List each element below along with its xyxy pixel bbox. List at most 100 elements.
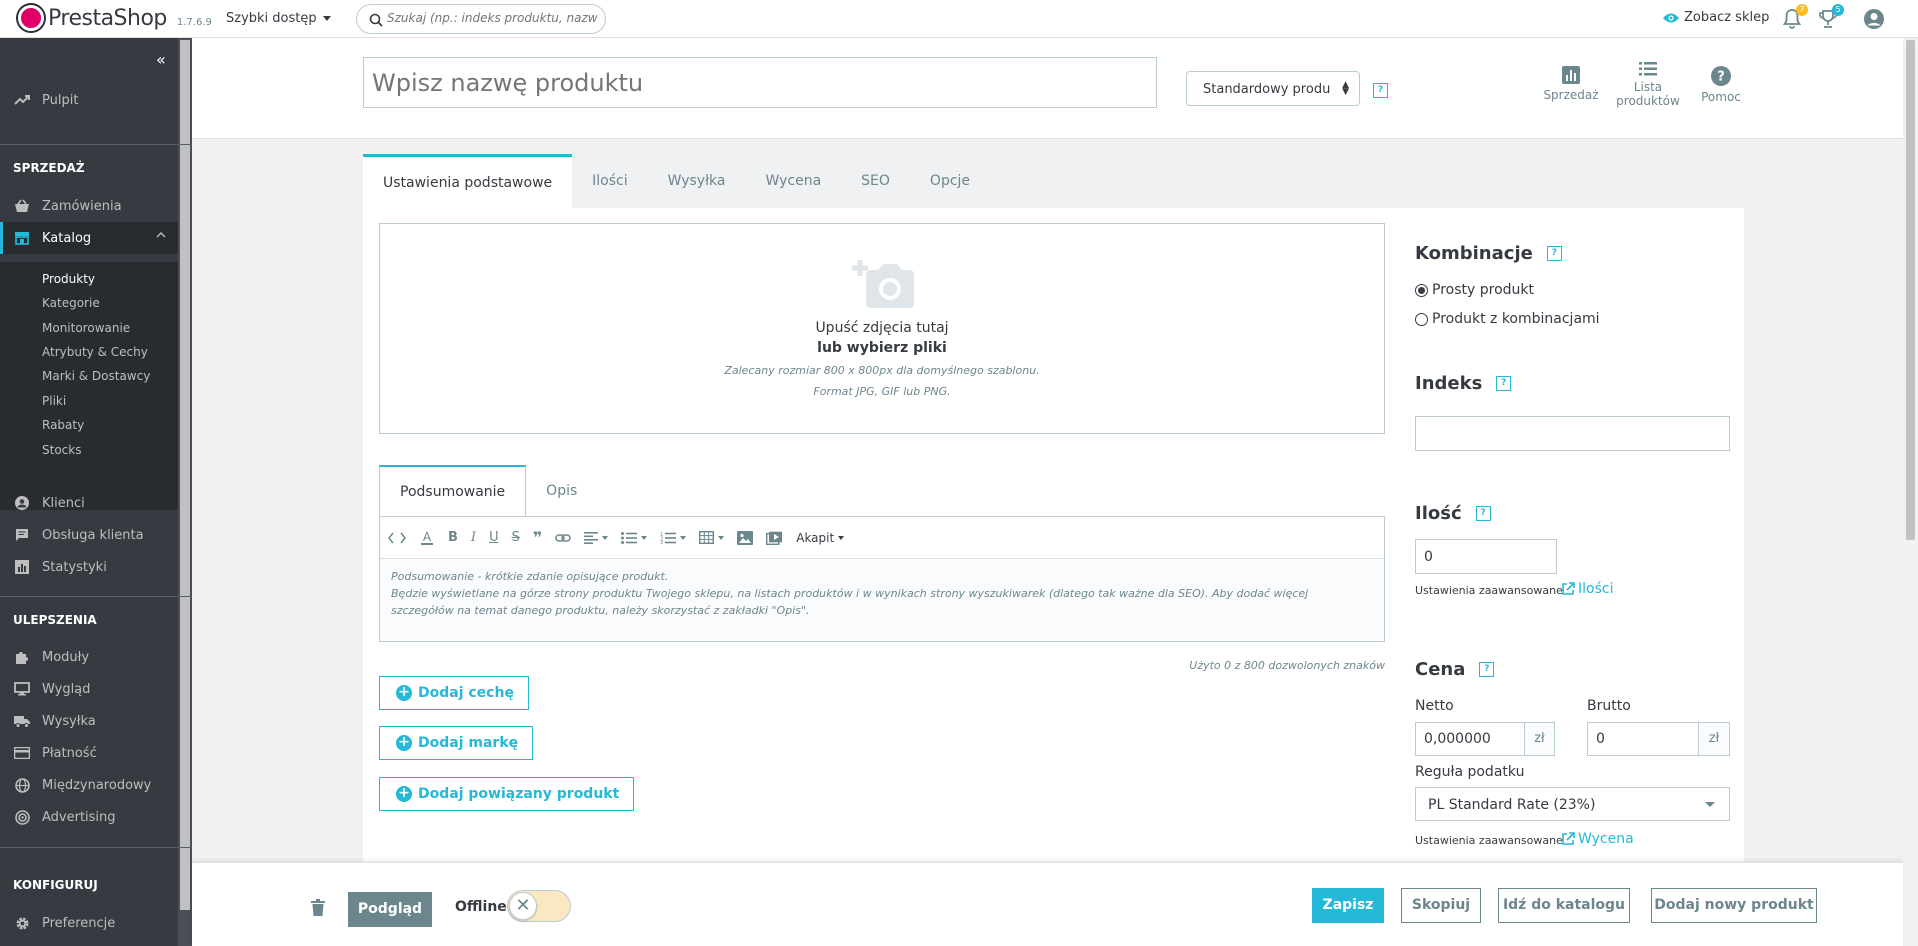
summary-textarea[interactable]: Podsumowanie - krótkie zdanie opisujące …	[380, 559, 1384, 641]
sidebar-scrollbar[interactable]	[178, 38, 192, 946]
media-icon[interactable]	[766, 531, 783, 545]
sidebar-scrollbar-thumb[interactable]	[180, 40, 190, 910]
blockquote-icon[interactable]: ❞	[533, 528, 542, 547]
sidebar-item-advertising[interactable]: Advertising	[0, 801, 178, 833]
choose-files-link[interactable]: lub wybierz pliki	[380, 340, 1384, 356]
sidebar-item-customers[interactable]: Klienci	[0, 487, 178, 519]
image-icon[interactable]	[737, 530, 754, 545]
sidebar-subitem-discounts[interactable]: Rabaty	[42, 418, 84, 432]
tab-pricing[interactable]: Wycena	[746, 154, 842, 208]
simple-product-radio[interactable]: Prosty produkt	[1415, 282, 1534, 298]
sidebar-item-customer-service[interactable]: Obsługa klienta	[0, 519, 178, 551]
trending-up-icon	[14, 92, 30, 108]
product-list-button[interactable]: Lista produktów	[1613, 62, 1683, 108]
tax-rule-select[interactable]: PL Standard Rate (23%)	[1415, 787, 1730, 821]
logo[interactable]: PrestaShop 1.7.6.9	[18, 5, 212, 31]
help-icon[interactable]: ?	[1496, 376, 1512, 391]
help-button[interactable]: ? Pomoc	[1686, 66, 1756, 104]
sidebar-subitem-files[interactable]: Pliki	[42, 394, 66, 408]
sidebar-subitem-stocks[interactable]: Stocks	[42, 443, 81, 457]
sidebar-subitem-attributes[interactable]: Atrybuty & Cechy	[42, 345, 148, 359]
sidebar-item-design[interactable]: Wygląd	[0, 673, 178, 705]
gross-price-input[interactable]	[1587, 722, 1699, 756]
add-feature-button[interactable]: + Dodaj cechę	[379, 676, 529, 710]
search-box[interactable]	[356, 4, 606, 34]
product-name-input[interactable]	[363, 57, 1157, 108]
quantity-input[interactable]	[1415, 539, 1557, 574]
view-shop-link[interactable]: Zobacz sklep	[1662, 10, 1769, 25]
tab-quantities[interactable]: Ilości	[572, 154, 647, 208]
link-icon[interactable]	[555, 533, 571, 543]
quick-access-dropdown[interactable]: Szybki dostęp	[226, 11, 331, 26]
bullet-list-dropdown[interactable]	[621, 531, 648, 544]
bullet-list-icon	[621, 531, 638, 544]
quantities-link[interactable]: Ilości	[1561, 581, 1613, 597]
online-toggle[interactable]: ✕	[507, 890, 571, 922]
duplicate-button[interactable]: Skopiuj	[1401, 888, 1481, 923]
product-type-select[interactable]: Standardowy produ ▲ ▼	[1186, 71, 1360, 106]
strikethrough-icon[interactable]: S	[512, 530, 520, 545]
source-code-icon[interactable]	[388, 532, 406, 544]
tab-description[interactable]: Opis	[526, 465, 597, 517]
sidebar-item-international[interactable]: Międzynarodowy	[0, 769, 178, 801]
divider	[0, 596, 192, 597]
sidebar-item-catalog[interactable]: Katalog	[0, 222, 178, 254]
combinations-heading: Kombinacje?	[1415, 243, 1562, 264]
align-dropdown[interactable]	[584, 531, 609, 544]
sidebar-item-stats[interactable]: Statystyki	[0, 551, 178, 583]
preview-button[interactable]: Podgląd	[348, 892, 432, 927]
eye-icon	[1663, 13, 1679, 22]
sidebar-subitem-brands[interactable]: Marki & Dostawcy	[42, 369, 150, 383]
sidebar-item-modules[interactable]: Moduły	[0, 641, 178, 673]
add-new-product-button[interactable]: Dodaj nowy produkt	[1651, 888, 1817, 923]
bold-icon[interactable]: B	[448, 530, 458, 545]
format-dropdown[interactable]: Akapit	[796, 531, 845, 545]
notifications-button[interactable]: 7	[1782, 4, 1808, 30]
italic-icon[interactable]: I	[471, 530, 476, 545]
save-button[interactable]: Zapisz	[1312, 888, 1384, 923]
delete-product-button[interactable]	[311, 899, 325, 920]
sidebar-subitem-categories[interactable]: Kategorie	[42, 296, 100, 310]
credit-card-icon	[14, 745, 30, 761]
sidebar-item-label: Pulpit	[42, 92, 79, 108]
add-brand-button[interactable]: + Dodaj markę	[379, 726, 534, 760]
tab-shipping[interactable]: Wysyłka	[648, 154, 746, 208]
page-scrollbar[interactable]	[1903, 38, 1918, 946]
reference-input[interactable]	[1415, 416, 1730, 451]
collapse-sidebar-icon[interactable]: «	[156, 50, 166, 69]
pricing-link[interactable]: Wycena	[1561, 831, 1634, 847]
numbered-list-dropdown[interactable]: 123	[660, 532, 687, 544]
table-dropdown[interactable]	[699, 531, 725, 544]
external-link-icon	[1562, 582, 1575, 595]
sidebar-item-shipping[interactable]: Wysyłka	[0, 705, 178, 737]
account-button[interactable]	[1863, 8, 1885, 30]
orders-notifications-button[interactable]: 5	[1818, 4, 1844, 30]
net-price-input[interactable]	[1415, 722, 1525, 756]
dropzone-size-hint: Zalecany rozmiar 800 x 800px dla domyśln…	[724, 364, 1040, 377]
help-icon[interactable]: ?	[1373, 83, 1388, 98]
search-input[interactable]	[387, 11, 597, 25]
help-icon[interactable]: ?	[1479, 662, 1495, 677]
add-related-product-button[interactable]: + Dodaj powiązany produkt	[379, 777, 635, 811]
text-color-icon[interactable]: A	[419, 530, 435, 546]
sidebar-item-dashboard[interactable]: Pulpit	[0, 84, 178, 116]
underline-icon[interactable]: U	[489, 530, 499, 545]
radio-checked-icon	[1415, 283, 1428, 297]
sidebar-subitem-products[interactable]: Produkty	[42, 272, 95, 286]
sales-button[interactable]: Sprzedaż	[1536, 66, 1606, 102]
combinations-product-radio[interactable]: Produkt z kombinacjami	[1415, 311, 1600, 327]
tab-seo[interactable]: SEO	[841, 154, 910, 208]
sidebar-item-payment[interactable]: Płatność	[0, 737, 178, 769]
tab-basic-settings[interactable]: Ustawienia podstawowe	[363, 154, 573, 208]
tab-summary[interactable]: Podsumowanie	[379, 465, 527, 517]
sidebar-item-preferences[interactable]: Preferencje	[0, 907, 178, 939]
go-to-catalog-button[interactable]: Idź do katalogu	[1498, 888, 1630, 923]
image-dropzone[interactable]: Upuść zdjęcia tutaj lub wybierz pliki Za…	[379, 223, 1385, 434]
tab-options[interactable]: Opcje	[910, 154, 990, 208]
sidebar-item-orders[interactable]: Zamówienia	[0, 190, 178, 222]
help-icon[interactable]: ?	[1475, 506, 1491, 521]
help-icon[interactable]: ?	[1546, 246, 1562, 261]
reference-heading: Indeks?	[1415, 373, 1512, 394]
sidebar-subitem-monitoring[interactable]: Monitorowanie	[42, 321, 130, 335]
page-scrollbar-thumb[interactable]	[1906, 40, 1915, 540]
